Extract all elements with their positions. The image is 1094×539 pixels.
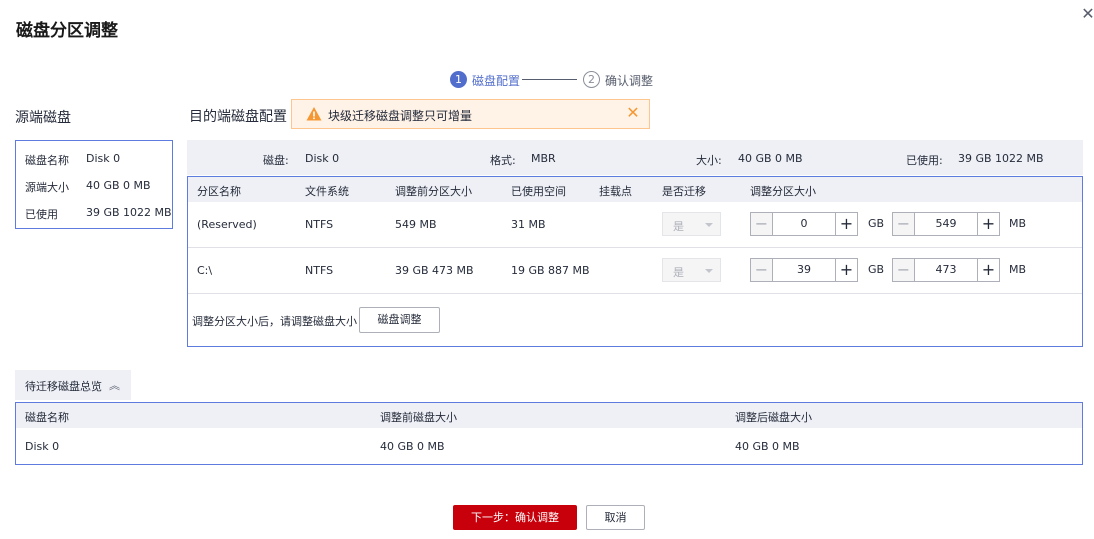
adjust-hint: 调整分区大小后，请调整磁盘大小 xyxy=(192,315,357,328)
size-before: 39 GB 473 MB xyxy=(395,264,474,277)
size-before: 549 MB xyxy=(395,218,437,231)
table-header: 分区名称 文件系统 调整前分区大小 已使用空间 挂载点 是否迁移 调整分区大小 xyxy=(188,177,1082,202)
partition-table: 分区名称 文件系统 调整前分区大小 已使用空间 挂载点 是否迁移 调整分区大小 … xyxy=(187,176,1083,347)
row-divider xyxy=(188,293,1082,294)
disk-value: Disk 0 xyxy=(305,152,340,165)
step-1-number: 1 xyxy=(450,71,467,88)
mb-unit: MB xyxy=(1009,217,1027,230)
used-space: 19 GB 887 MB xyxy=(511,264,590,277)
source-heading: 源端磁盘 xyxy=(15,110,71,126)
close-icon[interactable]: ✕ xyxy=(1078,4,1094,24)
step-connector xyxy=(522,79,577,80)
size-label: 大小: xyxy=(696,154,722,167)
chevron-double-up-icon: ︽ xyxy=(109,379,120,392)
column-header: 文件系统 xyxy=(305,185,349,198)
adjust-disk-button[interactable]: 磁盘调整 xyxy=(359,307,440,333)
migrate-value: 是 xyxy=(673,266,684,279)
partition-name: (Reserved) xyxy=(197,218,257,231)
mb-unit: MB xyxy=(1009,263,1027,276)
step-1-label: 磁盘配置 xyxy=(472,74,521,88)
dialog-title: 磁盘分区调整 xyxy=(16,21,118,41)
step-2-number: 2 xyxy=(583,71,600,88)
gb-value[interactable]: 0 xyxy=(773,217,835,230)
migrate-select[interactable]: 是 xyxy=(662,258,721,282)
source-key: 源端大小 xyxy=(25,181,69,194)
row-divider xyxy=(188,247,1082,248)
file-system: NTFS xyxy=(305,264,334,277)
column-header: 磁盘名称 xyxy=(25,411,69,424)
plus-icon[interactable]: + xyxy=(835,259,857,281)
alert-close-icon[interactable]: ✕ xyxy=(623,103,643,122)
source-value: 40 GB 0 MB xyxy=(86,179,151,192)
minus-icon[interactable]: − xyxy=(893,213,915,235)
source-key: 磁盘名称 xyxy=(25,154,69,167)
source-disk-panel: 磁盘名称 Disk 0 源端大小 40 GB 0 MB 已使用 39 GB 10… xyxy=(15,140,173,229)
minus-icon[interactable]: − xyxy=(893,259,915,281)
gb-value[interactable]: 39 xyxy=(773,263,835,276)
minus-icon[interactable]: − xyxy=(751,259,773,281)
column-header: 挂载点 xyxy=(599,185,632,198)
overview-table: 磁盘名称 调整前磁盘大小 调整后磁盘大小 Disk 0 40 GB 0 MB 4… xyxy=(15,402,1083,465)
source-value: 39 GB 1022 MB xyxy=(86,206,172,219)
column-header: 已使用空间 xyxy=(511,185,566,198)
plus-icon[interactable]: + xyxy=(977,213,999,235)
minus-icon[interactable]: − xyxy=(751,213,773,235)
target-heading: 目的端磁盘配置 xyxy=(189,109,287,125)
format-value: MBR xyxy=(531,152,556,165)
mb-stepper[interactable]: − 473 + xyxy=(892,258,1000,282)
disk-name: Disk 0 xyxy=(25,440,60,453)
gb-stepper[interactable]: − 39 + xyxy=(750,258,858,282)
file-system: NTFS xyxy=(305,218,334,231)
migrate-select[interactable]: 是 xyxy=(662,212,721,236)
source-key: 已使用 xyxy=(25,208,58,221)
alert-text: 块级迁移磁盘调整只可增量 xyxy=(328,109,473,123)
format-label: 格式: xyxy=(490,154,516,167)
warning-icon xyxy=(306,107,322,121)
column-header: 调整后磁盘大小 xyxy=(735,411,812,424)
gb-unit: GB xyxy=(868,217,885,230)
chevron-down-icon xyxy=(705,269,713,273)
overview-toggle[interactable]: 待迁移磁盘总览 ︽ xyxy=(15,370,131,400)
plus-icon[interactable]: + xyxy=(835,213,857,235)
used-value: 39 GB 1022 MB xyxy=(958,152,1044,165)
overview-label: 待迁移磁盘总览 xyxy=(25,380,102,393)
mb-value[interactable]: 549 xyxy=(915,217,977,230)
column-header: 是否迁移 xyxy=(662,185,706,198)
table-header: 磁盘名称 调整前磁盘大小 调整后磁盘大小 xyxy=(16,403,1082,428)
column-header: 调整前磁盘大小 xyxy=(380,411,457,424)
target-disk-info: 磁盘: Disk 0 格式: MBR 大小: 40 GB 0 MB 已使用: 3… xyxy=(187,140,1083,175)
gb-stepper[interactable]: − 0 + xyxy=(750,212,858,236)
mb-value[interactable]: 473 xyxy=(915,263,977,276)
disk-size-before: 40 GB 0 MB xyxy=(380,440,445,453)
source-value: Disk 0 xyxy=(86,152,121,165)
used-label: 已使用: xyxy=(906,154,943,167)
size-value: 40 GB 0 MB xyxy=(738,152,803,165)
disk-label: 磁盘: xyxy=(263,154,289,167)
column-header: 分区名称 xyxy=(197,185,241,198)
step-2-label: 确认调整 xyxy=(605,74,654,88)
plus-icon[interactable]: + xyxy=(977,259,999,281)
cancel-button[interactable]: 取消 xyxy=(586,505,645,530)
used-space: 31 MB xyxy=(511,218,546,231)
mb-stepper[interactable]: − 549 + xyxy=(892,212,1000,236)
partition-name: C:\ xyxy=(197,264,213,277)
chevron-down-icon xyxy=(705,223,713,227)
migrate-value: 是 xyxy=(673,220,684,233)
next-step-button[interactable]: 下一步：确认调整 xyxy=(453,505,577,530)
disk-size-after: 40 GB 0 MB xyxy=(735,440,800,453)
column-header: 调整分区大小 xyxy=(750,185,816,198)
gb-unit: GB xyxy=(868,263,885,276)
alert-banner: 块级迁移磁盘调整只可增量 ✕ xyxy=(291,99,650,129)
column-header: 调整前分区大小 xyxy=(395,185,472,198)
